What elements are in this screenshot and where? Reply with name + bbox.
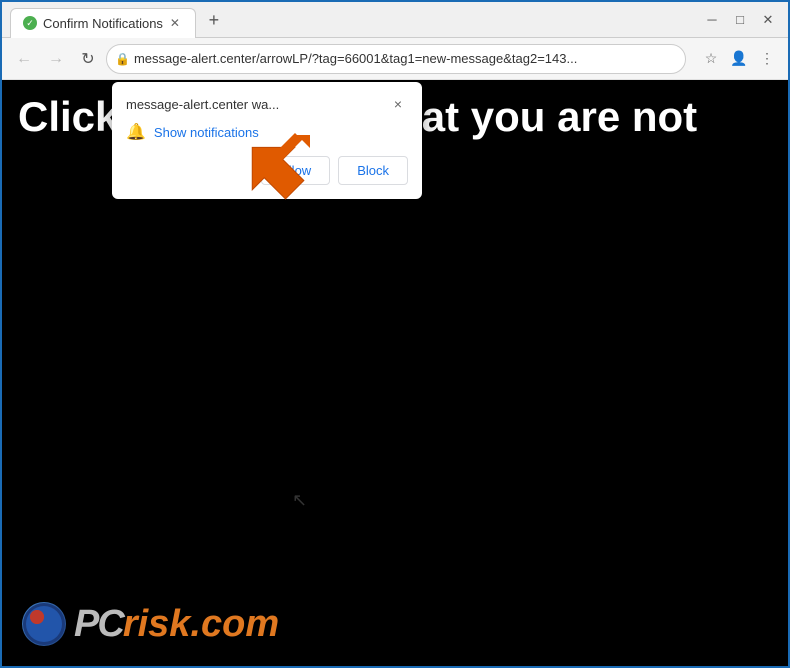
- tab-close-button[interactable]: ✕: [167, 15, 183, 31]
- browser-window: ✓ Confirm Notifications ✕ + ─ □ ✕ ← → ↻ …: [0, 0, 790, 668]
- new-tab-button[interactable]: +: [200, 7, 228, 35]
- url-bar[interactable]: 🔒 message-alert.center/arrowLP/?tag=6600…: [106, 44, 686, 74]
- block-button[interactable]: Block: [338, 156, 408, 185]
- url-actions: ☆ 👤 ⋮: [698, 46, 780, 72]
- show-notifications-link[interactable]: Show notifications: [154, 125, 259, 140]
- popup-buttons: Allow Block: [126, 156, 408, 185]
- pcrisk-pc-text: P: [74, 603, 97, 645]
- profile-button[interactable]: 👤: [726, 46, 752, 72]
- bell-icon: 🔔: [126, 122, 146, 142]
- pcrisk-ball-icon: [22, 602, 66, 646]
- popup-header: message-alert.center wa... ×: [126, 94, 408, 114]
- titlebar: ✓ Confirm Notifications ✕ + ─ □ ✕: [2, 2, 788, 38]
- back-button[interactable]: ←: [10, 45, 38, 73]
- forward-icon: →: [48, 50, 64, 68]
- allow-button[interactable]: Allow: [261, 156, 330, 185]
- bookmark-button[interactable]: ☆: [698, 46, 724, 72]
- refresh-button[interactable]: ↻: [74, 45, 102, 73]
- notification-popup: message-alert.center wa... × 🔔 Show noti…: [112, 82, 422, 199]
- tab-title: Confirm Notifications: [43, 16, 163, 31]
- popup-title: message-alert.center wa...: [126, 97, 279, 112]
- pcrisk-text: PCrisk.com: [74, 603, 279, 646]
- popup-close-button[interactable]: ×: [388, 94, 408, 114]
- lock-icon: 🔒: [115, 52, 130, 66]
- menu-button[interactable]: ⋮: [754, 46, 780, 72]
- back-icon: ←: [16, 50, 32, 68]
- browser-tab[interactable]: ✓ Confirm Notifications ✕: [10, 8, 196, 38]
- pcrisk-logo: PCrisk.com: [22, 602, 279, 646]
- pcrisk-ball-svg: [22, 602, 66, 646]
- window-controls: ─ □ ✕: [700, 8, 780, 32]
- window-close-button[interactable]: ✕: [756, 8, 780, 32]
- url-text: message-alert.center/arrowLP/?tag=66001&…: [134, 51, 675, 66]
- maximize-button[interactable]: □: [728, 8, 752, 32]
- mouse-cursor: ↖: [292, 490, 307, 511]
- popup-notification-row: 🔔 Show notifications: [126, 122, 408, 142]
- minimize-button[interactable]: ─: [700, 8, 724, 32]
- pcrisk-risk-text: risk.com: [123, 603, 279, 645]
- forward-button[interactable]: →: [42, 45, 70, 73]
- addressbar: ← → ↻ 🔒 message-alert.center/arrowLP/?ta…: [2, 38, 788, 80]
- refresh-icon: ↻: [81, 49, 94, 69]
- pcrisk-pc-text2: C: [97, 603, 122, 645]
- page-content: Click rm that you are not ot! message-al…: [2, 80, 788, 666]
- tab-favicon: ✓: [23, 16, 37, 30]
